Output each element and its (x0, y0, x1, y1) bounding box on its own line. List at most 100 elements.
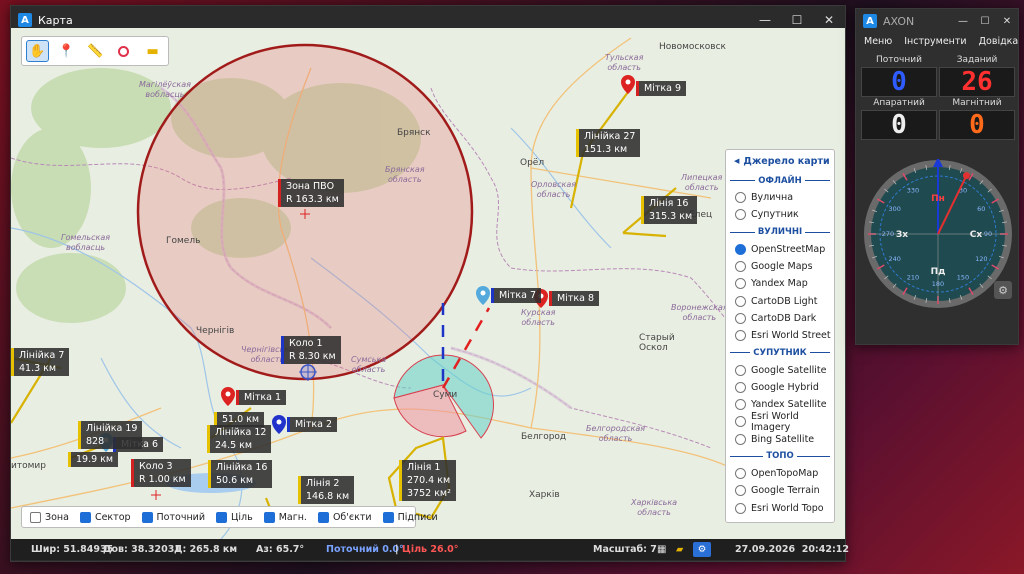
radio-button[interactable] (735, 433, 746, 445)
map-canvas[interactable]: Брянск Орёл Гомель Чернігів Суми Белгоро… (11, 28, 845, 539)
map-source-option-label: Супутник (751, 209, 799, 221)
map-source-option[interactable]: Google Maps (726, 258, 834, 275)
checkbox[interactable] (317, 511, 329, 523)
checkbox[interactable] (30, 511, 41, 523)
axon-maximize-button[interactable]: ☐ (974, 9, 996, 33)
map-source-option[interactable]: CartoDB Dark (726, 310, 834, 327)
folder-open-icon[interactable]: ▰ (676, 544, 683, 555)
map-source-option[interactable]: CartoDB Light (726, 292, 834, 309)
folder-icon[interactable]: ▬ (141, 40, 164, 62)
legend-item-label: Підписи (397, 511, 438, 523)
marker-8-label: Мітка 8 (549, 291, 599, 306)
marker-pin-icon[interactable]: 📍 (55, 40, 78, 62)
calendar-icon[interactable]: ▦ (657, 544, 666, 555)
map-source-option[interactable]: OpenTopoMap (726, 465, 834, 482)
map-source-option[interactable]: OpenStreetMap (726, 241, 834, 258)
menu-item-menu[interactable]: Меню (864, 36, 892, 47)
map-source-option[interactable]: Вулична (726, 189, 834, 206)
radio-button[interactable] (735, 192, 746, 204)
map-source-option-label: Google Hybrid (751, 381, 819, 393)
source-group-label: СУПУТНИК (753, 347, 807, 358)
axon-settings-gear-icon[interactable]: ⚙ (994, 281, 1012, 299)
radio-button[interactable] (735, 209, 746, 221)
radio-button[interactable] (735, 312, 746, 324)
map-toolbar: ✋ 📍 📏 ▬ (21, 36, 169, 66)
marker-1-label: Мітка 1 (236, 390, 286, 405)
source-group-label: ОФЛАЙН (758, 175, 802, 186)
map-source-option[interactable]: Yandex Map (726, 275, 834, 292)
checkbox[interactable] (79, 511, 91, 523)
compass-tick-label: 330 (907, 187, 919, 195)
marker-7-label: Мітка 7 (491, 288, 541, 303)
map-source-header[interactable]: ◀ Джерело карти (726, 150, 834, 172)
checkbox[interactable] (216, 511, 228, 523)
layer-legend: Зона Сектор Поточний Ціль Магн. Об'єкти Підпис… (21, 506, 438, 528)
ruler-icon[interactable]: 📏 (84, 40, 107, 62)
map-source-option[interactable]: Bing Satellite (726, 431, 834, 448)
compass-tick-label: 60 (977, 205, 985, 213)
region-belgorod: Белгородская область (586, 424, 646, 443)
menu-item-tools[interactable]: Інструменти (904, 36, 966, 47)
legend-item[interactable]: Підписи (382, 511, 438, 523)
axon-window: A AXON — ☐ ✕ Меню Інструменти Довідка По… (855, 8, 1019, 345)
collapse-arrow-icon: ◀ (734, 157, 740, 165)
region-kharkiv: Харківська область (631, 498, 678, 517)
compass-dial: 306090120150180210240270300330 Пн Сх Пд … (864, 159, 1012, 308)
legend-item-label: Магн. (278, 511, 307, 523)
line-19b-label: 19.9 км (68, 452, 119, 467)
radio-button[interactable] (735, 261, 746, 273)
pan-hand-icon[interactable]: ✋ (26, 40, 49, 62)
magnetic-value-display: 0 (939, 110, 1015, 140)
radio-button[interactable] (735, 381, 746, 393)
settings-gear-icon[interactable]: ⚙ (693, 542, 711, 557)
map-source-option-label: Esri World Street (751, 330, 831, 342)
map-source-option[interactable]: Esri World Topo (726, 499, 834, 516)
legend-item-label: Сектор (94, 511, 131, 523)
radio-button[interactable] (735, 468, 746, 479)
legend-item-label: Поточний (156, 511, 206, 523)
checkbox[interactable] (263, 511, 275, 523)
map-source-option[interactable]: Esri World Imagery (726, 411, 834, 433)
radio-button[interactable] (735, 416, 746, 428)
legend-item[interactable]: Сектор (79, 511, 131, 523)
source-group-label: ТОПО (766, 451, 794, 462)
city-belgorod: Белгород (521, 432, 567, 442)
compass-tick-label: 210 (907, 273, 919, 281)
radio-button[interactable] (735, 278, 746, 290)
legend-item[interactable]: Магн. (263, 511, 307, 523)
map-source-option[interactable]: Esri World Street (726, 327, 834, 344)
legend-item[interactable]: Об'єкти (317, 511, 372, 523)
circle-tool-icon[interactable] (112, 40, 135, 62)
legend-item[interactable]: Зона (30, 511, 69, 523)
source-group-header: СУПУТНИК (726, 344, 834, 361)
radio-button[interactable] (735, 364, 746, 376)
axon-title: AXON (883, 14, 915, 28)
compass-east: Сх (970, 230, 983, 240)
radio-button[interactable] (735, 330, 746, 342)
line-16b-label: Лінійка 16 50.6 км (208, 460, 273, 488)
axon-close-button[interactable]: ✕ (996, 9, 1018, 33)
radio-button[interactable] (735, 243, 746, 255)
radio-button[interactable] (735, 399, 746, 411)
legend-item[interactable]: Поточний (141, 511, 206, 523)
line-2-label: Лінія 2 146.8 км (298, 476, 355, 504)
line-1-label: Лінія 1 270.4 км 3752 км² (399, 460, 456, 501)
region-orel: Орловская область (531, 180, 577, 199)
legend-item[interactable]: Ціль (216, 511, 253, 523)
map-source-option[interactable]: Супутник (726, 206, 834, 223)
checkbox[interactable] (141, 511, 153, 523)
compass-tick-label: 300 (888, 205, 900, 213)
region-gomel: Гомельская вобласць (61, 233, 111, 252)
status-separator: | (395, 544, 399, 555)
checkbox[interactable] (382, 511, 394, 523)
map-source-option[interactable]: Google Satellite (726, 361, 834, 378)
radio-button[interactable] (735, 502, 746, 514)
city-sumy: Суми (433, 390, 458, 400)
map-source-option[interactable]: Google Hybrid (726, 379, 834, 396)
radio-button[interactable] (735, 295, 746, 307)
menu-item-help[interactable]: Довідка (979, 36, 1019, 47)
city-gomel: Гомель (166, 236, 201, 246)
radio-button[interactable] (735, 485, 746, 497)
map-source-option[interactable]: Google Terrain (726, 482, 834, 499)
axon-minimize-button[interactable]: — (952, 9, 974, 33)
